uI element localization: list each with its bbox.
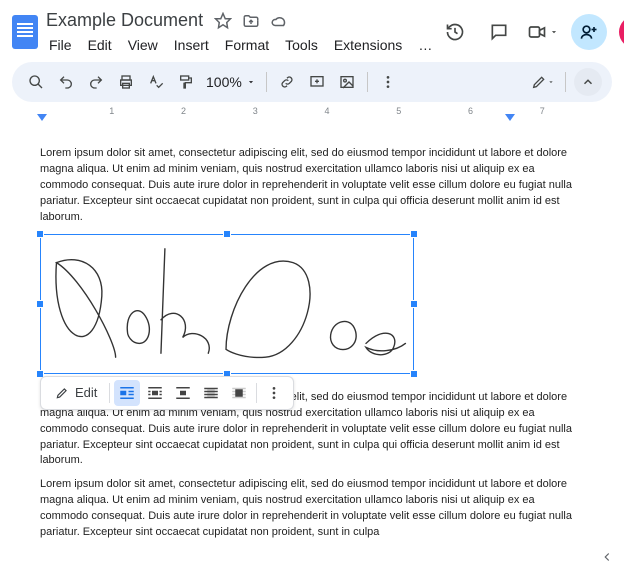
ruler-tick: 1 bbox=[109, 106, 114, 116]
ruler-tick: 5 bbox=[396, 106, 401, 116]
more-toolbar-icon[interactable] bbox=[374, 68, 402, 96]
resize-handle[interactable] bbox=[223, 230, 231, 238]
docs-logo[interactable] bbox=[12, 14, 38, 50]
header-bar: Example Document File Edit View Insert F… bbox=[0, 0, 624, 56]
ruler-tick: 6 bbox=[468, 106, 473, 116]
ruler-tick: 2 bbox=[181, 106, 186, 116]
menu-file[interactable]: File bbox=[42, 34, 79, 56]
ruler-tick: 3 bbox=[253, 106, 258, 116]
paragraph[interactable]: Lorem ipsum dolor sit amet, consectetur … bbox=[40, 146, 584, 226]
document-title[interactable]: Example Document bbox=[42, 8, 207, 33]
collapse-toolbar-icon[interactable] bbox=[574, 68, 602, 96]
menu-edit[interactable]: Edit bbox=[81, 34, 119, 56]
comments-icon[interactable] bbox=[483, 16, 515, 48]
wrap-behind-icon[interactable] bbox=[198, 380, 224, 406]
print-icon[interactable] bbox=[112, 68, 140, 96]
left-indent-marker[interactable] bbox=[37, 114, 47, 121]
resize-handle[interactable] bbox=[410, 370, 418, 378]
menu-format[interactable]: Format bbox=[218, 34, 276, 56]
wrap-front-icon[interactable] bbox=[226, 380, 252, 406]
ruler-tick: 4 bbox=[324, 106, 329, 116]
search-icon[interactable] bbox=[22, 68, 50, 96]
menu-bar: File Edit View Insert Format Tools Exten… bbox=[42, 34, 439, 56]
resize-handle[interactable] bbox=[36, 300, 44, 308]
paragraph[interactable]: Lorem ipsum dolor sit amet, consectetur … bbox=[40, 477, 584, 541]
meet-button[interactable] bbox=[527, 16, 559, 48]
image-more-options-icon[interactable] bbox=[261, 380, 287, 406]
insert-link-icon[interactable] bbox=[273, 68, 301, 96]
menu-extensions[interactable]: Extensions bbox=[327, 34, 409, 56]
undo-icon[interactable] bbox=[52, 68, 80, 96]
resize-handle[interactable] bbox=[410, 230, 418, 238]
cloud-status-icon[interactable] bbox=[269, 11, 289, 31]
wrap-break-icon[interactable] bbox=[170, 380, 196, 406]
wrap-inline-icon[interactable] bbox=[114, 380, 140, 406]
edit-drawing-button[interactable]: Edit bbox=[47, 381, 105, 404]
user-avatar[interactable]: D bbox=[619, 16, 624, 48]
resize-handle[interactable] bbox=[36, 230, 44, 238]
menu-more[interactable]: … bbox=[411, 34, 439, 56]
document-content[interactable]: Lorem ipsum dolor sit amet, consectetur … bbox=[0, 122, 624, 574]
menu-insert[interactable]: Insert bbox=[167, 34, 216, 56]
editing-mode-button[interactable] bbox=[529, 68, 557, 96]
star-icon[interactable] bbox=[213, 11, 233, 31]
ruler-tick: 7 bbox=[540, 106, 545, 116]
menu-view[interactable]: View bbox=[121, 34, 165, 56]
menu-tools[interactable]: Tools bbox=[278, 34, 325, 56]
share-button[interactable] bbox=[571, 14, 607, 50]
history-icon[interactable] bbox=[439, 16, 471, 48]
image-options-toolbar: Edit bbox=[40, 376, 294, 410]
resize-handle[interactable] bbox=[410, 300, 418, 308]
horizontal-ruler[interactable]: 1 2 3 4 5 6 7 bbox=[0, 104, 624, 122]
wrap-text-icon[interactable] bbox=[142, 380, 168, 406]
insert-comment-icon[interactable] bbox=[303, 68, 331, 96]
insert-image-icon[interactable] bbox=[333, 68, 361, 96]
right-indent-marker[interactable] bbox=[505, 114, 515, 121]
redo-icon[interactable] bbox=[82, 68, 110, 96]
signature-drawing bbox=[41, 235, 413, 373]
selected-drawing[interactable] bbox=[40, 234, 414, 374]
spellcheck-icon[interactable] bbox=[142, 68, 170, 96]
explore-icon[interactable] bbox=[600, 550, 614, 564]
title-area: Example Document File Edit View Insert F… bbox=[42, 8, 439, 56]
main-toolbar: 100% bbox=[12, 62, 612, 102]
move-icon[interactable] bbox=[241, 11, 261, 31]
paint-format-icon[interactable] bbox=[172, 68, 200, 96]
zoom-dropdown[interactable]: 100% bbox=[202, 74, 260, 90]
